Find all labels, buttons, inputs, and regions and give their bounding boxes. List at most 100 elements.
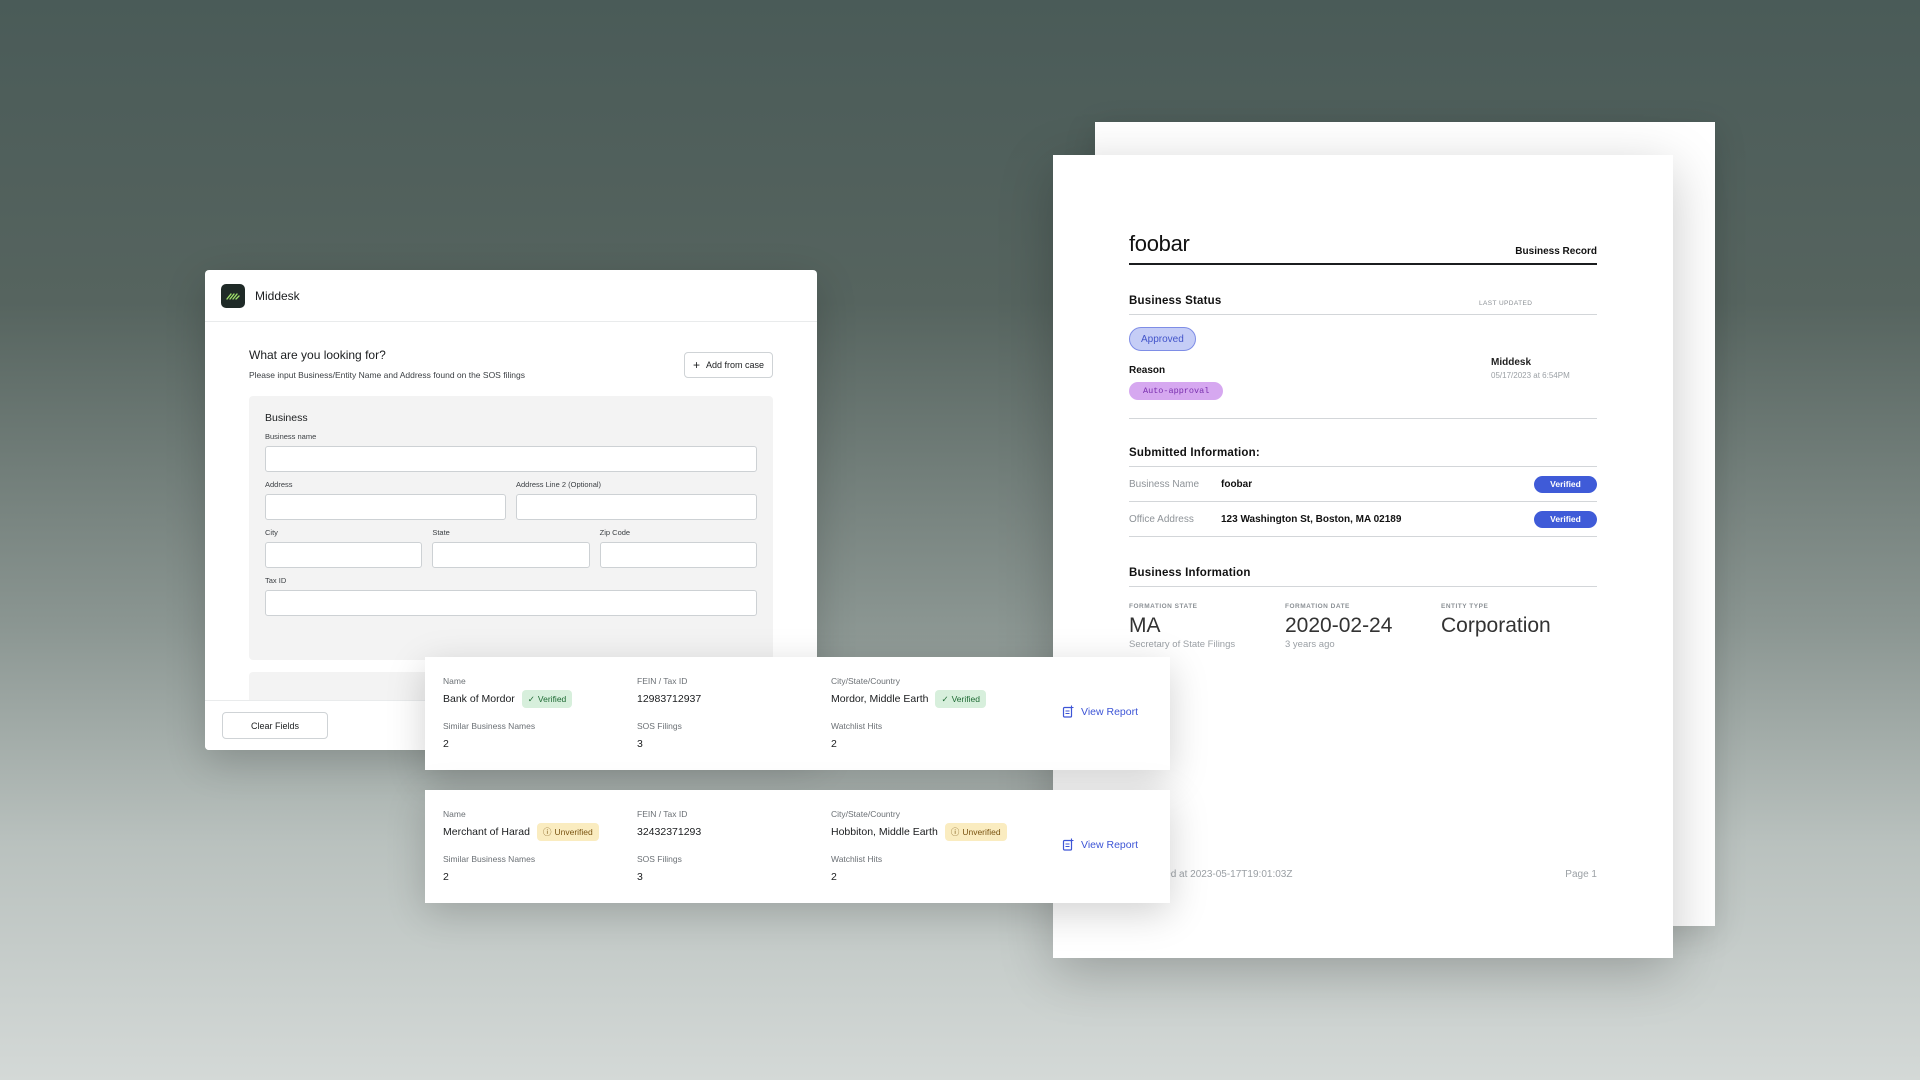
submitted-info-title: Submitted Information: xyxy=(1129,447,1260,459)
reason-label: Reason xyxy=(1129,365,1166,376)
document-footer: Generated at 2023-05-17T19:01:03Z Page 1 xyxy=(1129,869,1597,880)
formation-date-value: 2020-02-24 xyxy=(1285,614,1393,637)
add-from-case-button[interactable]: + Add from case xyxy=(683,352,773,378)
location-value: Mordor, Middle Earth xyxy=(831,693,929,705)
sos-filings-label: SOS Filings xyxy=(637,854,682,864)
last-updated-info: Middesk 05/17/2023 at 6:54PM xyxy=(1491,357,1570,380)
fein-col: FEIN / Tax ID 12983712937 xyxy=(637,676,701,708)
submitted-value: foobar xyxy=(1221,478,1253,490)
watchlist-label: Watchlist Hits xyxy=(831,854,883,864)
document-type: Business Record xyxy=(1515,246,1597,257)
view-report-label: View Report xyxy=(1081,705,1139,718)
business-panel: Business Business name Address Address L… xyxy=(249,396,773,660)
similar-names-label: Similar Business Names xyxy=(443,854,536,864)
fein-label: FEIN / Tax ID xyxy=(637,676,688,686)
zip-code-input[interactable] xyxy=(599,542,757,568)
address-input[interactable] xyxy=(265,494,506,520)
entity-type-col: ENTITY TYPE Corporation xyxy=(1441,603,1597,650)
formation-state-source: Secretary of State Filings xyxy=(1129,639,1236,650)
business-info-grid: FORMATION STATE MA Secretary of State Fi… xyxy=(1129,603,1597,650)
address-line2-input[interactable] xyxy=(516,494,757,520)
similar-names-value: 2 xyxy=(443,738,449,750)
add-from-case-label: Add from case xyxy=(705,360,764,370)
similar-names-col: Similar Business Names 2 xyxy=(443,721,535,753)
sos-filings-label: SOS Filings xyxy=(637,721,682,731)
business-status-block: Approved Reason Auto-approval Middesk 05… xyxy=(1129,315,1597,419)
similar-names-value: 2 xyxy=(443,871,449,883)
city-input[interactable] xyxy=(265,542,423,568)
fein-value: 12983712937 xyxy=(637,693,702,705)
formation-date-label: FORMATION DATE xyxy=(1285,603,1350,610)
business-status-title: Business Status xyxy=(1129,295,1222,307)
unverified-badge: ⓘ Unverified xyxy=(944,823,1007,841)
check-icon: ✓ xyxy=(527,693,535,704)
document-title: foobar xyxy=(1129,231,1190,256)
clear-fields-button[interactable]: Clear Fields xyxy=(222,712,328,739)
submitted-info-header: Submitted Information: xyxy=(1129,447,1597,467)
business-name-input[interactable] xyxy=(265,446,757,472)
location-col: City/State/Country Hobbiton, Middle Eart… xyxy=(831,809,1007,841)
verified-badge: Verified xyxy=(1534,475,1597,493)
unverified-badge-label: Unverified xyxy=(962,827,1001,837)
formation-state-value: MA xyxy=(1129,614,1161,637)
page-number: Page 1 xyxy=(1565,869,1597,880)
business-name: Merchant of Harad xyxy=(443,826,530,838)
tax-id-label: Tax ID xyxy=(265,576,287,585)
verified-badge: ✓ Verified xyxy=(935,690,986,708)
reason-badge: Auto-approval xyxy=(1129,382,1224,400)
business-info-header: Business Information xyxy=(1129,567,1597,587)
sos-filings-value: 3 xyxy=(637,738,643,750)
state-input[interactable] xyxy=(432,542,590,568)
last-updated-label: LAST UPDATED xyxy=(1479,300,1533,307)
fein-value: 32432371293 xyxy=(637,826,702,838)
view-report-link[interactable]: View Report xyxy=(1062,705,1138,718)
result-card[interactable]: Name Merchant of Harad ⓘ Unverified FEIN… xyxy=(425,790,1170,903)
report-icon xyxy=(1062,705,1074,718)
app-header: Middesk xyxy=(205,270,817,322)
sos-filings-col: SOS Filings 3 xyxy=(637,854,682,886)
verified-badge: Verified xyxy=(1534,510,1597,528)
info-circle-icon: ⓘ xyxy=(542,827,552,837)
watchlist-value: 2 xyxy=(831,738,837,750)
formation-date-col: FORMATION DATE 2020-02-24 3 years ago xyxy=(1285,603,1441,650)
unverified-badge-label: Unverified xyxy=(554,827,593,837)
watchlist-col: Watchlist Hits 2 xyxy=(831,721,882,753)
city-label: City xyxy=(265,528,278,537)
location-label: City/State/Country xyxy=(831,809,900,819)
sos-filings-col: SOS Filings 3 xyxy=(637,721,682,753)
formation-date-relative: 3 years ago xyxy=(1285,639,1335,650)
fein-col: FEIN / Tax ID 32432371293 xyxy=(637,809,701,841)
check-icon: ✓ xyxy=(941,693,949,704)
watchlist-label: Watchlist Hits xyxy=(831,721,883,731)
submitted-key: Office Address xyxy=(1129,513,1194,525)
location-col: City/State/Country Mordor, Middle Earth … xyxy=(831,676,986,708)
watchlist-value: 2 xyxy=(831,871,837,883)
location-label: City/State/Country xyxy=(831,676,900,686)
business-info-title: Business Information xyxy=(1129,567,1251,579)
submitted-row: Business Name foobar Verified xyxy=(1129,467,1597,502)
watchlist-col: Watchlist Hits 2 xyxy=(831,854,882,886)
plus-icon: + xyxy=(692,358,700,372)
brand-name: Middesk xyxy=(255,288,300,303)
updated-at: 05/17/2023 at 6:54PM xyxy=(1491,371,1570,380)
document-header: foobar Business Record xyxy=(1129,231,1597,265)
name-label: Name xyxy=(443,809,466,819)
name-col: Name Merchant of Harad ⓘ Unverified xyxy=(443,809,599,841)
similar-names-label: Similar Business Names xyxy=(443,721,536,731)
view-report-label: View Report xyxy=(1081,838,1139,851)
submitted-value: 123 Washington St, Boston, MA 02189 xyxy=(1221,513,1402,525)
sos-filings-value: 3 xyxy=(637,871,643,883)
view-report-link[interactable]: View Report xyxy=(1062,838,1138,851)
business-name: Bank of Mordor xyxy=(443,693,515,705)
submitted-row: Office Address 123 Washington St, Boston… xyxy=(1129,502,1597,537)
status-badge: Approved xyxy=(1129,327,1196,351)
report-icon xyxy=(1062,838,1074,851)
business-panel-title: Business xyxy=(265,412,308,424)
formation-state-col: FORMATION STATE MA Secretary of State Fi… xyxy=(1129,603,1285,650)
updated-by: Middesk xyxy=(1491,357,1532,368)
address-label: Address xyxy=(265,480,293,489)
result-card[interactable]: Name Bank of Mordor ✓ Verified FEIN / Ta… xyxy=(425,657,1170,770)
similar-names-col: Similar Business Names 2 xyxy=(443,854,535,886)
tax-id-input[interactable] xyxy=(265,590,757,616)
formation-state-label: FORMATION STATE xyxy=(1129,603,1198,610)
